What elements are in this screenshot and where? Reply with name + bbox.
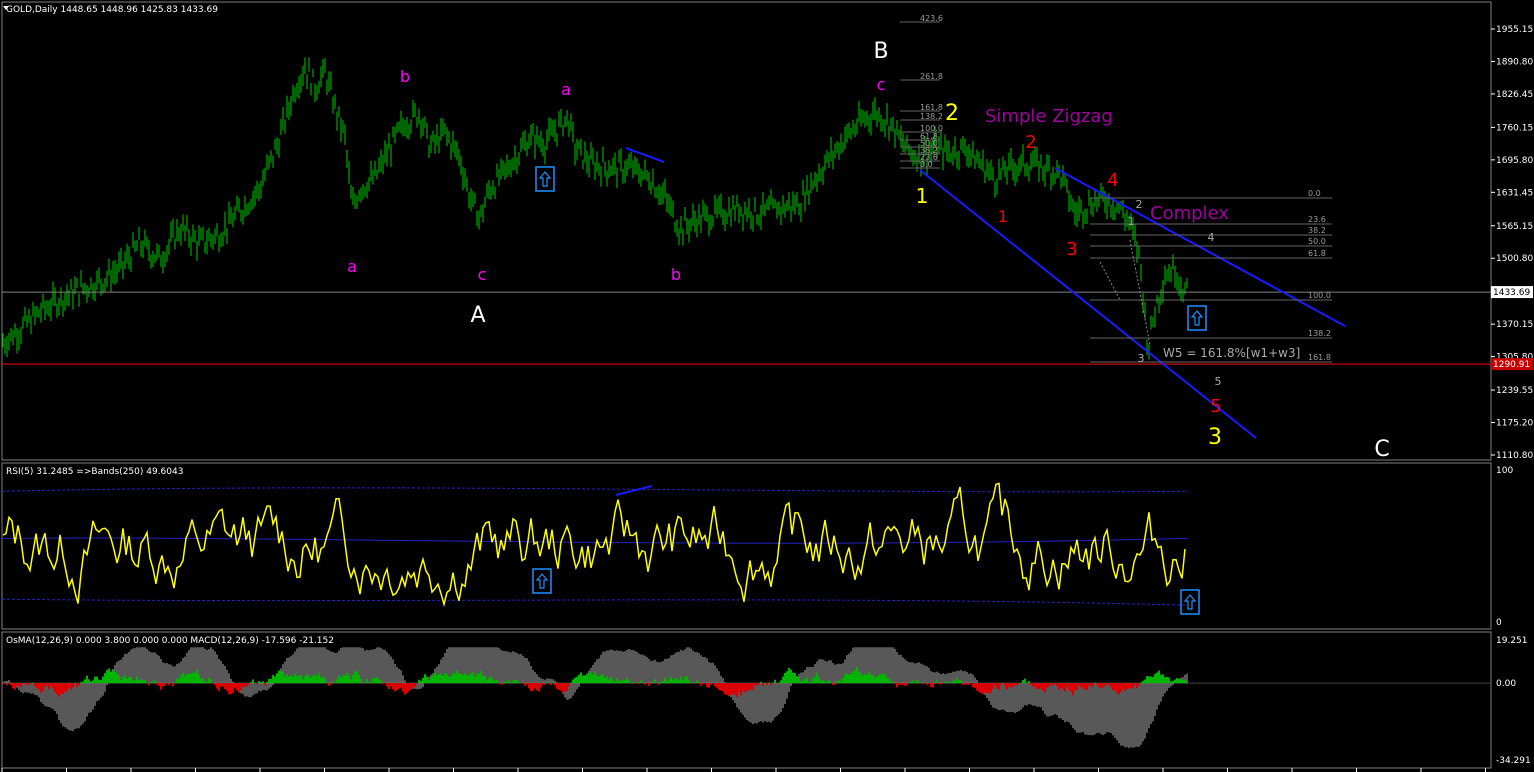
channel-upper-line (1054, 167, 1346, 327)
wave-label: 5 (1210, 396, 1221, 417)
price-tick-label: 1239.55 (1496, 386, 1533, 396)
axes: 1955.15 1890.80 1826.45 1760.15 1695.80 1631.… (1, 25, 1533, 772)
fib-right-label: 38.2 (1308, 226, 1326, 235)
macd-tick-label: 0.00 (1496, 679, 1516, 689)
wave-label: Complex (1150, 203, 1229, 224)
arrow-box-rsi-1 (532, 568, 552, 594)
price-tick-label: 1955.15 (1496, 25, 1533, 35)
wave-label: 1 (998, 207, 1008, 226)
chart-canvas: 423.6261.8161.8138.2100.061.850.038.223.… (1, 1, 1533, 772)
macd-tick-label: 19.251 (1496, 636, 1528, 646)
macd-indicator (2, 647, 1491, 749)
wave-label: a (561, 80, 571, 99)
fib-right-label: 161.8 (1308, 353, 1331, 362)
wave-label: C (1374, 437, 1389, 462)
fib-top-label: 161.8 (920, 103, 943, 112)
rsi-line (2, 482, 1186, 608)
wave-label: 3 (1138, 352, 1145, 365)
price-tick-label: 1826.45 (1496, 90, 1533, 100)
fib-top-label: 261.8 (920, 72, 943, 81)
fib-top-label: 0.0 (920, 160, 933, 169)
rsi-tick-label: 100 (1496, 466, 1513, 476)
wave-label: b (671, 265, 681, 284)
price-tick-label: 1565.15 (1496, 222, 1533, 232)
rsi-trend-line (615, 485, 653, 496)
rsi-tick-label: 0 (1496, 618, 1502, 628)
fib-right-label: 61.8 (1308, 249, 1326, 258)
macd-tick-label: -34.291 (1496, 756, 1531, 766)
price-candles (2, 57, 1188, 360)
support-price-label: 1290.91 (1493, 360, 1530, 370)
wave-label: 2 (945, 101, 959, 126)
wave-label: 4 (1107, 170, 1118, 191)
fib-right-label: 23.6 (1308, 215, 1326, 224)
rsi-header: RSI(5) 31.2485 =>Bands(250) 49.6043 (6, 467, 183, 477)
arrow-box-main-2 (1187, 305, 1207, 331)
wave-label: c (877, 75, 886, 94)
rsi-panel-frame (1, 462, 1492, 630)
wave-label: 1 (1128, 215, 1135, 228)
wave-label: 4 (1208, 231, 1215, 244)
overlays: 423.6261.8161.8138.2100.061.850.038.223.… (2, 14, 1491, 615)
price-tick-label: 1175.20 (1496, 419, 1533, 429)
macd-header: OsMA(12,26,9) 0.000 3.800 0.000 0.000 MA… (6, 636, 334, 646)
price-tick-label: 1110.80 (1496, 451, 1533, 461)
up-arrow-icon (1183, 594, 1197, 610)
rsi-middle-band (1, 537, 1189, 544)
price-tick-label: 1760.15 (1496, 123, 1533, 133)
current-price-label: 1433.69 (1493, 288, 1530, 298)
wave-label: W5 = 161.8%[w1+w3] (1163, 346, 1300, 360)
wave-label: B (873, 39, 888, 64)
trading-chart: 423.6 261.8 161.8 138.2 100.0 61.8 50.0 38.2 23.… (0, 0, 1534, 772)
wave-label: b (400, 67, 410, 86)
wave-label: A (470, 303, 485, 328)
price-tick-label: 1890.80 (1496, 57, 1533, 67)
rsi-lower-band (1, 598, 1189, 606)
wave-label: 2 (1025, 132, 1036, 153)
wave-label: Simple Zigzag (985, 106, 1113, 127)
wave-label: 3 (1066, 239, 1077, 260)
fib-right-label: 0.0 (1308, 189, 1321, 198)
wave-label: 2 (1136, 198, 1143, 211)
price-tick-label: 1500.80 (1496, 254, 1533, 264)
fib-top-label: 138.2 (920, 112, 943, 121)
arrow-box-main-1 (535, 166, 555, 192)
fib-top-label: 423.6 (920, 14, 943, 23)
rsi-indicator (1, 482, 1189, 608)
up-arrow-icon (1190, 310, 1204, 326)
fib-right-label: 138.2 (1308, 329, 1331, 338)
wave-labels: abcabcABC12312345Simple ZigzagComplex123… (347, 39, 1390, 462)
price-tick-label: 1631.45 (1496, 188, 1533, 198)
up-arrow-icon (535, 573, 549, 589)
wave-label: c (478, 265, 487, 284)
wave-connector (1099, 261, 1121, 301)
fib-right-label: 50.0 (1308, 237, 1326, 246)
wave-label: 3 (1208, 425, 1222, 450)
fib-right-label: 100.0 (1308, 291, 1331, 300)
wave-label: a (347, 257, 357, 276)
chart-header: GOLD,Daily 1448.65 1448.96 1425.83 1433.… (6, 5, 218, 15)
rsi-upper-band (1, 487, 1189, 493)
price-tick-label: 1695.80 (1496, 156, 1533, 166)
arrow-box-rsi-2 (1180, 589, 1200, 615)
wave-label: 1 (916, 184, 929, 208)
price-tick-label: 1370.15 (1496, 320, 1533, 330)
wave-label: 5 (1215, 375, 1222, 388)
up-arrow-icon (538, 171, 552, 187)
